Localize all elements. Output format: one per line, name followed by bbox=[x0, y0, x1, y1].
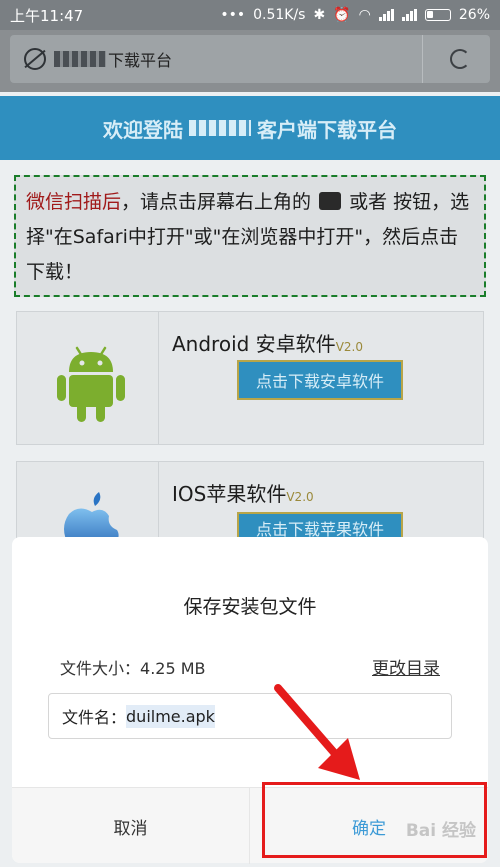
file-name-label: 文件名： bbox=[62, 708, 127, 727]
watermark: Bai 经验 bbox=[405, 821, 476, 841]
android-icon bbox=[57, 346, 125, 422]
reload-icon[interactable] bbox=[450, 49, 470, 69]
status-icons: ••• 0.51K/s ✱ ⏰ ◠ 26% bbox=[220, 7, 490, 23]
file-size-label: 文件大小： bbox=[60, 659, 141, 678]
cancel-button[interactable]: 取消 bbox=[12, 788, 250, 864]
page-banner: 欢迎登陆 客户端下载平台 bbox=[0, 96, 500, 160]
signal-icon-2 bbox=[401, 9, 417, 21]
site-icon bbox=[24, 48, 46, 70]
more-dots-icon: ••• bbox=[220, 7, 246, 23]
notice-highlight: 微信扫描后 bbox=[26, 191, 122, 213]
address-bar-text: 下载平台 bbox=[108, 51, 173, 70]
browser-toolbar: 下载平台 bbox=[0, 30, 500, 92]
status-bar: 上午11:47 ••• 0.51K/s ✱ ⏰ ◠ 26% bbox=[0, 0, 500, 30]
change-directory-link[interactable]: 更改目录 bbox=[372, 654, 440, 679]
android-title-text: Android 安卓软件 bbox=[172, 332, 336, 356]
battery-level: 26% bbox=[458, 7, 490, 23]
banner-prefix: 欢迎登陆 bbox=[103, 117, 183, 142]
battery-icon bbox=[424, 9, 451, 21]
ios-version: V2.0 bbox=[286, 490, 314, 504]
annotation-arrow-icon bbox=[274, 684, 360, 780]
file-size-row: 文件大小：4.25 MB bbox=[60, 655, 206, 679]
android-version: V2.0 bbox=[335, 340, 363, 354]
bluetooth-icon: ✱ bbox=[313, 7, 326, 23]
download-notice: 微信扫描后，请点击屏幕右上角的 或者 按钮，选择"在Safari中打开"或"在浏… bbox=[14, 175, 486, 297]
wifi-icon: ◠ bbox=[358, 7, 371, 23]
android-logo-cell bbox=[17, 312, 159, 444]
ios-title: IOS苹果软件V2.0 bbox=[172, 478, 314, 507]
file-name-value: duilme.apk bbox=[126, 704, 215, 728]
status-time: 上午11:47 bbox=[10, 6, 84, 25]
share-icon bbox=[319, 192, 342, 210]
network-speed: 0.51K/s bbox=[253, 7, 306, 23]
android-download-button[interactable]: 点击下载安卓软件 bbox=[237, 360, 403, 400]
ios-title-text: IOS苹果软件 bbox=[172, 482, 287, 506]
file-name-field[interactable]: 文件名： duilme.apk bbox=[48, 693, 452, 739]
signal-icon bbox=[378, 9, 394, 21]
address-bar[interactable]: 下载平台 bbox=[10, 35, 490, 83]
android-title: Android 安卓软件V2.0 bbox=[172, 328, 363, 357]
dialog-title: 保存安装包文件 bbox=[183, 596, 317, 618]
redacted-site-name bbox=[54, 51, 106, 67]
file-size-value: 4.25 MB bbox=[140, 659, 206, 678]
alarm-icon: ⏰ bbox=[333, 7, 351, 23]
redacted-brand bbox=[189, 120, 251, 136]
notice-text-1: ，请点击屏幕右上角的 bbox=[121, 191, 312, 213]
banner-suffix: 客户端下载平台 bbox=[257, 117, 397, 142]
android-download-card: Android 安卓软件V2.0 点击下载安卓软件 bbox=[16, 311, 484, 445]
address-divider bbox=[422, 35, 423, 83]
